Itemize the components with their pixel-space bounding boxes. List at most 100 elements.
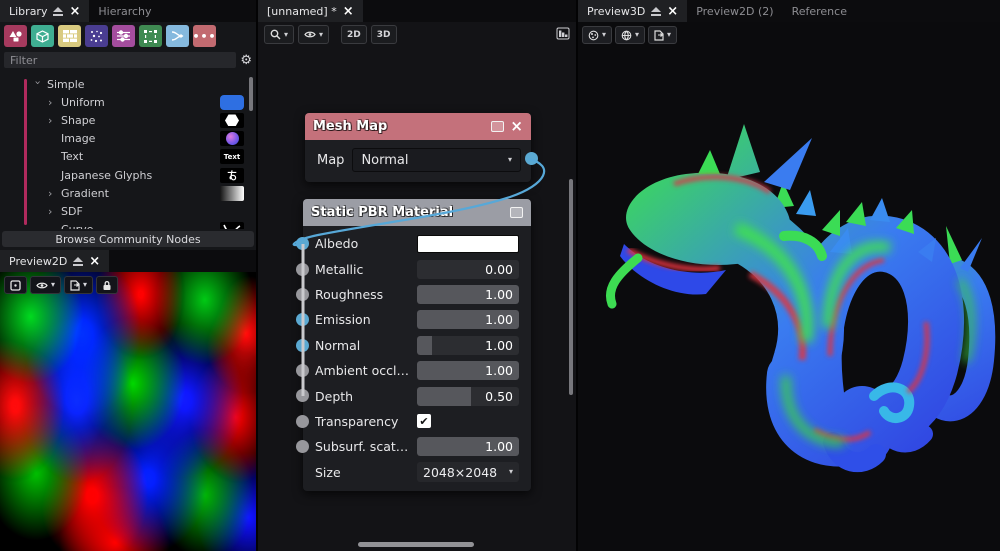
input-port-transparency[interactable]: [296, 415, 309, 428]
graph-panel: [unnamed] * × ▾ ▾ 2D 3D Mesh Map × Map N…: [258, 0, 578, 551]
preview3d-viewport[interactable]: ▾ ▾ ▾: [578, 22, 1000, 551]
lock-button[interactable]: [96, 276, 119, 294]
subsurface-scattering-slider[interactable]: 1.00: [417, 437, 519, 457]
tab-reference[interactable]: Reference: [783, 0, 856, 22]
input-port-ambient-occlusion[interactable]: [296, 364, 309, 377]
transparency-checkbox[interactable]: ✔: [417, 414, 431, 429]
browse-community-nodes-button[interactable]: Browse Community Nodes: [2, 231, 254, 247]
chevron-right-icon[interactable]: ›: [48, 96, 56, 109]
preview-2d-mode-button[interactable]: 2D: [341, 25, 367, 44]
filter-input[interactable]: [4, 52, 237, 68]
tab-unnamed-graph[interactable]: [unnamed] * ×: [258, 0, 363, 22]
map-type-dropdown[interactable]: Normal ▾: [352, 148, 521, 172]
float-panel-icon[interactable]: [73, 256, 84, 266]
tab-preview2d-label: Preview2D: [9, 254, 68, 268]
albedo-color-swatch[interactable]: [417, 234, 519, 253]
tree-item-gradient[interactable]: › Gradient: [0, 184, 256, 202]
close-icon[interactable]: ×: [510, 119, 523, 134]
caret-down-icon: ▾: [51, 280, 56, 289]
metallic-slider[interactable]: 0.00: [417, 259, 519, 279]
float-panel-icon[interactable]: [651, 6, 662, 16]
output-port[interactable]: [525, 152, 538, 165]
preview2d-viewport[interactable]: ▾ ▾: [0, 272, 256, 551]
category-shapes-icon[interactable]: [4, 25, 27, 47]
tree-item-japanese-glyphs[interactable]: Japanese Glyphs: [0, 166, 256, 184]
tree-item-image[interactable]: Image: [0, 130, 256, 148]
buffer-icon[interactable]: [510, 207, 523, 218]
tree-scrollbar[interactable]: [249, 77, 253, 111]
tab-preview2d-2-label: Preview2D (2): [696, 4, 774, 18]
tree-item-shape[interactable]: › Shape: [0, 111, 256, 129]
gear-icon[interactable]: ⚙: [240, 54, 252, 67]
tab-hierarchy[interactable]: Hierarchy: [89, 0, 160, 22]
close-icon[interactable]: ×: [343, 5, 354, 18]
glyphs-preview-thumb: [220, 167, 244, 183]
preview3d-tabbar: Preview3D × Preview2D (2) Reference: [578, 0, 1000, 22]
tree-item-simple[interactable]: › Simple: [0, 75, 256, 93]
category-filter-icon[interactable]: [112, 25, 135, 47]
buffer-icon[interactable]: [491, 121, 505, 132]
input-port-emission[interactable]: [296, 313, 309, 326]
tab-preview2d-2[interactable]: Preview2D (2): [687, 0, 782, 22]
tree-item-sdf[interactable]: › SDF: [0, 202, 256, 220]
category-noise-icon[interactable]: [85, 25, 108, 47]
pbr-header[interactable]: Static PBR Material: [303, 199, 531, 226]
close-icon[interactable]: ×: [667, 5, 678, 18]
float-panel-icon[interactable]: [53, 6, 64, 16]
environment-select-button[interactable]: ▾: [615, 26, 646, 44]
graph-tabbar: [unnamed] * ×: [258, 0, 576, 22]
roughness-slider[interactable]: 1.00: [417, 284, 519, 304]
tree-item-text[interactable]: Text Text: [0, 148, 256, 166]
node-graph-canvas[interactable]: Mesh Map × Map Normal ▾ Static PBR Mater…: [258, 47, 576, 551]
export-button[interactable]: ▾: [64, 276, 94, 294]
category-bricks-icon[interactable]: [58, 25, 81, 47]
view-mode-button[interactable]: ▾: [30, 276, 62, 294]
category-misc-icon[interactable]: •••: [192, 25, 216, 47]
close-icon[interactable]: ×: [89, 255, 100, 268]
input-port-roughness[interactable]: [296, 288, 309, 301]
param-row-albedo: Albedo: [315, 231, 521, 256]
preview-3d-mode-button[interactable]: 3D: [370, 25, 397, 44]
input-port-subsurface-scattering[interactable]: [296, 440, 309, 453]
tree-item-uniform[interactable]: › Uniform: [0, 93, 256, 111]
view-options-button[interactable]: ▾: [298, 25, 330, 44]
tab-preview3d[interactable]: Preview3D ×: [578, 0, 688, 22]
category-workflow-icon[interactable]: [166, 25, 189, 47]
preview2d-panel: Preview2D × ▾ ▾: [0, 250, 256, 551]
normal-slider[interactable]: 1.00: [417, 335, 519, 355]
input-port-metallic[interactable]: [296, 263, 309, 276]
zoom-button[interactable]: ▾: [264, 25, 295, 44]
input-port-normal[interactable]: [296, 339, 309, 352]
close-icon[interactable]: ×: [69, 5, 80, 18]
export-mesh-button[interactable]: ▾: [648, 26, 678, 44]
tree-item-curve[interactable]: Curve: [0, 221, 256, 229]
tab-library[interactable]: Library ×: [0, 0, 90, 22]
chevron-right-icon[interactable]: ›: [48, 114, 56, 127]
chevron-right-icon[interactable]: ›: [48, 205, 56, 218]
param-row-subsurface-scattering: Subsurf. scat… 1.00: [315, 434, 521, 459]
input-port-depth[interactable]: [296, 389, 309, 402]
preview2d-toolbar: ▾ ▾: [4, 276, 119, 294]
size-dropdown[interactable]: 2048×2048 ▾: [417, 462, 519, 483]
depth-slider[interactable]: 0.50: [417, 386, 519, 406]
input-port-albedo[interactable]: [296, 237, 309, 250]
mesh-map-node[interactable]: Mesh Map × Map Normal ▾: [305, 113, 538, 182]
static-pbr-material-node[interactable]: Static PBR Material Albedo Metallic 0.00…: [296, 199, 531, 491]
pbr-title: Static PBR Material: [311, 205, 454, 220]
histogram-icon[interactable]: [556, 25, 570, 44]
tab-hierarchy-label: Hierarchy: [98, 4, 152, 18]
category-cube-icon[interactable]: [31, 25, 54, 47]
category-transform-icon[interactable]: [139, 25, 162, 47]
ambient-occlusion-slider[interactable]: 1.00: [417, 361, 519, 381]
model-select-button[interactable]: ▾: [582, 26, 613, 44]
tab-preview2d[interactable]: Preview2D ×: [0, 250, 110, 272]
center-view-button[interactable]: [4, 276, 27, 294]
graph-horizontal-scrollbar[interactable]: [358, 542, 474, 547]
param-row-depth: Depth 0.50: [315, 383, 521, 408]
chevron-down-icon[interactable]: ›: [32, 80, 45, 88]
graph-vertical-scrollbar[interactable]: [569, 179, 573, 395]
mesh-map-header[interactable]: Mesh Map ×: [305, 113, 531, 140]
param-row-emission: Emission 1.00: [315, 307, 521, 332]
emission-slider[interactable]: 1.00: [417, 310, 519, 330]
chevron-right-icon[interactable]: ›: [48, 187, 56, 200]
